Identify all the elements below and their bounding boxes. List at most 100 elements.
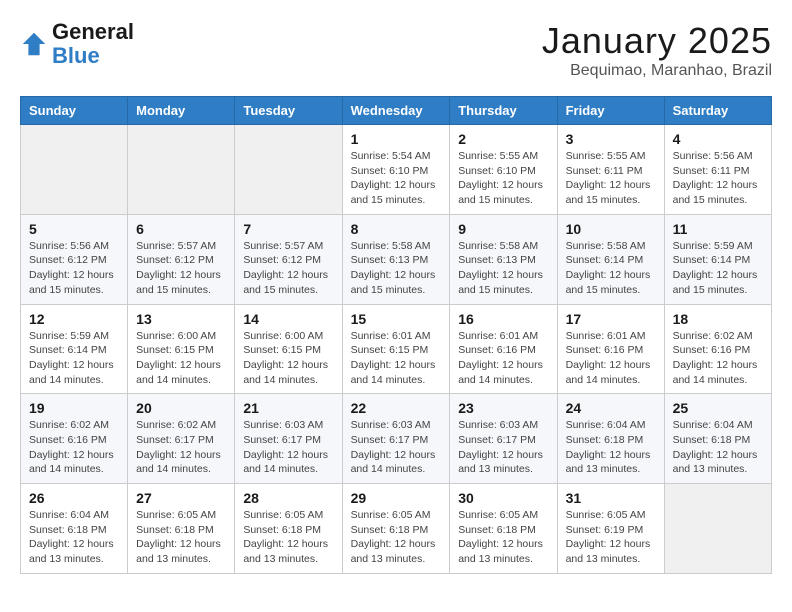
- day-info: Sunrise: 6:00 AMSunset: 6:15 PMDaylight:…: [136, 329, 226, 388]
- calendar-cell: 25 Sunrise: 6:04 AMSunset: 6:18 PMDayligh…: [664, 394, 771, 484]
- calendar-cell: 18 Sunrise: 6:02 AMSunset: 6:16 PMDayligh…: [664, 304, 771, 394]
- day-number: 21: [243, 400, 333, 416]
- day-number: 23: [458, 400, 548, 416]
- day-info: Sunrise: 5:59 AMSunset: 6:14 PMDaylight:…: [673, 239, 763, 298]
- logo-icon: [20, 30, 48, 58]
- day-number: 22: [351, 400, 442, 416]
- day-number: 18: [673, 311, 763, 327]
- day-info: Sunrise: 6:04 AMSunset: 6:18 PMDaylight:…: [29, 508, 119, 567]
- col-header-friday: Friday: [557, 97, 664, 125]
- calendar-cell: 17Sunrise: 6:01 AMSunset: 6:16 PMDayligh…: [557, 304, 664, 394]
- col-header-monday: Monday: [128, 97, 235, 125]
- day-number: 1: [351, 131, 442, 147]
- calendar-cell: 27Sunrise: 6:05 AMSunset: 6:18 PMDayligh…: [128, 484, 235, 574]
- calendar-week-row: 12 Sunrise: 5:59 AMSunset: 6:14 PMDayligh…: [21, 304, 772, 394]
- calendar-cell: 10Sunrise: 5:58 AMSunset: 6:14 PMDayligh…: [557, 214, 664, 304]
- month-title: January 2025: [542, 20, 772, 62]
- day-number: 2: [458, 131, 548, 147]
- day-number: 14: [243, 311, 333, 327]
- day-number: 12: [29, 311, 119, 327]
- col-header-sunday: Sunday: [21, 97, 128, 125]
- day-number: 8: [351, 221, 442, 237]
- day-info: Sunrise: 5:54 AMSunset: 6:10 PMDaylight:…: [351, 149, 442, 208]
- day-info: Sunrise: 6:04 AMSunset: 6:18 PMDaylight:…: [673, 418, 763, 477]
- calendar-cell: 4 Sunrise: 5:56 AMSunset: 6:11 PMDaylight…: [664, 125, 771, 215]
- day-number: 4: [673, 131, 763, 147]
- day-number: 26: [29, 490, 119, 506]
- calendar-cell: 14 Sunrise: 6:00 AMSunset: 6:15 PMDayligh…: [235, 304, 342, 394]
- day-info: Sunrise: 6:03 AMSunset: 6:17 PMDaylight:…: [243, 418, 333, 477]
- calendar-cell: 8Sunrise: 5:58 AMSunset: 6:13 PMDaylight…: [342, 214, 450, 304]
- day-number: 6: [136, 221, 226, 237]
- day-number: 29: [351, 490, 442, 506]
- day-info: Sunrise: 6:00 AMSunset: 6:15 PMDaylight:…: [243, 329, 333, 388]
- day-info: Sunrise: 5:58 AMSunset: 6:13 PMDaylight:…: [458, 239, 548, 298]
- day-number: 7: [243, 221, 333, 237]
- day-info: Sunrise: 6:02 AMSunset: 6:16 PMDaylight:…: [29, 418, 119, 477]
- day-info: Sunrise: 6:05 AMSunset: 6:18 PMDaylight:…: [351, 508, 442, 567]
- title-block: January 2025 Bequimao, Maranhao, Brazil: [542, 20, 772, 80]
- day-info: Sunrise: 5:59 AMSunset: 6:14 PMDaylight:…: [29, 329, 119, 388]
- calendar-table: SundayMondayTuesdayWednesdayThursdayFrid…: [20, 96, 772, 574]
- calendar-cell: 31 Sunrise: 6:05 AMSunset: 6:19 PMDayligh…: [557, 484, 664, 574]
- day-number: 25: [673, 400, 763, 416]
- calendar-cell: 12 Sunrise: 5:59 AMSunset: 6:14 PMDayligh…: [21, 304, 128, 394]
- day-info: Sunrise: 6:01 AMSunset: 6:16 PMDaylight:…: [566, 329, 656, 388]
- day-number: 9: [458, 221, 548, 237]
- calendar-cell: 13Sunrise: 6:00 AMSunset: 6:15 PMDayligh…: [128, 304, 235, 394]
- calendar-cell: [128, 125, 235, 215]
- day-number: 10: [566, 221, 656, 237]
- day-info: Sunrise: 5:55 AMSunset: 6:11 PMDaylight:…: [566, 149, 656, 208]
- day-info: Sunrise: 6:01 AMSunset: 6:15 PMDaylight:…: [351, 329, 442, 388]
- calendar-cell: [235, 125, 342, 215]
- day-info: Sunrise: 6:01 AMSunset: 6:16 PMDaylight:…: [458, 329, 548, 388]
- day-number: 16: [458, 311, 548, 327]
- calendar-cell: 19 Sunrise: 6:02 AMSunset: 6:16 PMDayligh…: [21, 394, 128, 484]
- col-header-thursday: Thursday: [450, 97, 557, 125]
- day-info: Sunrise: 6:05 AMSunset: 6:18 PMDaylight:…: [458, 508, 548, 567]
- calendar-header-row: SundayMondayTuesdayWednesdayThursdayFrid…: [21, 97, 772, 125]
- calendar-cell: [21, 125, 128, 215]
- calendar-cell: 3 Sunrise: 5:55 AMSunset: 6:11 PMDaylight…: [557, 125, 664, 215]
- col-header-tuesday: Tuesday: [235, 97, 342, 125]
- day-info: Sunrise: 6:04 AMSunset: 6:18 PMDaylight:…: [566, 418, 656, 477]
- day-number: 24: [566, 400, 656, 416]
- day-number: 31: [566, 490, 656, 506]
- day-info: Sunrise: 6:02 AMSunset: 6:17 PMDaylight:…: [136, 418, 226, 477]
- day-number: 5: [29, 221, 119, 237]
- calendar-cell: 16 Sunrise: 6:01 AMSunset: 6:16 PMDayligh…: [450, 304, 557, 394]
- day-info: Sunrise: 6:03 AMSunset: 6:17 PMDaylight:…: [351, 418, 442, 477]
- calendar-cell: 15 Sunrise: 6:01 AMSunset: 6:15 PMDayligh…: [342, 304, 450, 394]
- calendar-cell: 9 Sunrise: 5:58 AMSunset: 6:13 PMDaylight…: [450, 214, 557, 304]
- calendar-cell: 6Sunrise: 5:57 AMSunset: 6:12 PMDaylight…: [128, 214, 235, 304]
- day-info: Sunrise: 5:56 AMSunset: 6:12 PMDaylight:…: [29, 239, 119, 298]
- day-info: Sunrise: 5:55 AMSunset: 6:10 PMDaylight:…: [458, 149, 548, 208]
- page-header: General Blue January 2025 Bequimao, Mara…: [20, 20, 772, 80]
- day-info: Sunrise: 6:05 AMSunset: 6:18 PMDaylight:…: [136, 508, 226, 567]
- logo: General Blue: [20, 20, 134, 68]
- logo-blue: Blue: [52, 43, 100, 68]
- calendar-cell: 7Sunrise: 5:57 AMSunset: 6:12 PMDaylight…: [235, 214, 342, 304]
- calendar-cell: [664, 484, 771, 574]
- day-number: 28: [243, 490, 333, 506]
- location-subtitle: Bequimao, Maranhao, Brazil: [542, 62, 772, 80]
- calendar-week-row: 26 Sunrise: 6:04 AMSunset: 6:18 PMDayligh…: [21, 484, 772, 574]
- day-info: Sunrise: 6:05 AMSunset: 6:18 PMDaylight:…: [243, 508, 333, 567]
- calendar-cell: 1 Sunrise: 5:54 AMSunset: 6:10 PMDaylight…: [342, 125, 450, 215]
- calendar-cell: 2 Sunrise: 5:55 AMSunset: 6:10 PMDaylight…: [450, 125, 557, 215]
- calendar-cell: 26 Sunrise: 6:04 AMSunset: 6:18 PMDayligh…: [21, 484, 128, 574]
- calendar-week-row: 1 Sunrise: 5:54 AMSunset: 6:10 PMDaylight…: [21, 125, 772, 215]
- logo-text: General Blue: [52, 20, 134, 68]
- logo-general: General: [52, 19, 134, 44]
- calendar-cell: 23Sunrise: 6:03 AMSunset: 6:17 PMDayligh…: [450, 394, 557, 484]
- day-number: 15: [351, 311, 442, 327]
- calendar-week-row: 19 Sunrise: 6:02 AMSunset: 6:16 PMDayligh…: [21, 394, 772, 484]
- day-number: 11: [673, 221, 763, 237]
- calendar-cell: 21 Sunrise: 6:03 AMSunset: 6:17 PMDayligh…: [235, 394, 342, 484]
- day-info: Sunrise: 6:02 AMSunset: 6:16 PMDaylight:…: [673, 329, 763, 388]
- calendar-cell: 22 Sunrise: 6:03 AMSunset: 6:17 PMDayligh…: [342, 394, 450, 484]
- day-info: Sunrise: 6:05 AMSunset: 6:19 PMDaylight:…: [566, 508, 656, 567]
- day-number: 19: [29, 400, 119, 416]
- day-info: Sunrise: 5:56 AMSunset: 6:11 PMDaylight:…: [673, 149, 763, 208]
- day-number: 3: [566, 131, 656, 147]
